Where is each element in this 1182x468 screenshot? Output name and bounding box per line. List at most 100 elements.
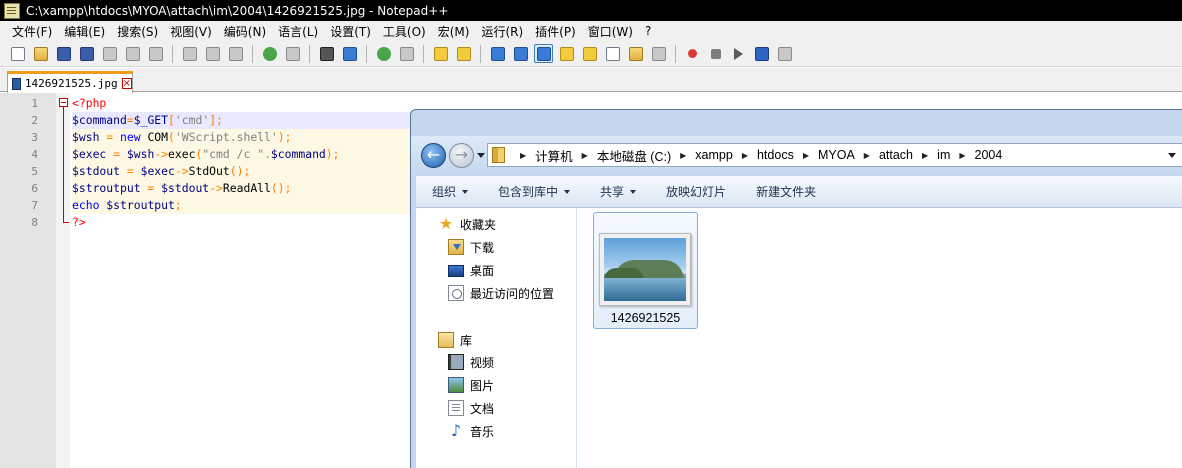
address-dropdown-icon[interactable] [1168,153,1176,158]
word-wrap-button[interactable] [488,44,507,63]
menu-encoding[interactable]: 编码(N) [218,23,272,40]
sync-vertical-button[interactable] [431,44,450,63]
nav-item-videos[interactable]: 视频 [448,351,494,373]
file-item[interactable]: 1426921525 [593,212,698,329]
menu-help[interactable]: ? [639,24,657,38]
replace-button[interactable] [340,44,359,63]
breadcrumb-attach[interactable]: attach [879,148,913,162]
toolbar-separator [423,44,424,63]
record-macro-button[interactable] [683,44,702,63]
token-operator: -> [174,164,189,178]
line-number-gutter: 1 2 3 4 5 6 7 8 [0,93,56,468]
back-button[interactable]: ← [421,143,446,168]
zoom-in-button[interactable] [374,44,393,63]
save-all-button[interactable] [77,44,96,63]
line-number: 3 [31,131,38,144]
menu-edit[interactable]: 编辑(E) [58,23,111,40]
tab-1426921525[interactable]: 1426921525.jpg × [7,71,133,93]
organize-button[interactable]: 组织 [432,183,469,200]
menu-search[interactable]: 搜索(S) [111,23,164,40]
doc-map-button[interactable] [580,44,599,63]
nav-item-music[interactable]: ♪ 音乐 [448,420,494,442]
undo-icon [262,46,277,61]
menu-language[interactable]: 语言(L) [272,23,324,40]
include-in-library-button[interactable]: 包含到库中 [498,183,571,200]
menu-view[interactable]: 视图(V) [164,23,218,40]
nav-item-downloads[interactable]: 下载 [448,236,494,258]
slideshow-button[interactable]: 放映幻灯片 [666,183,726,200]
breadcrumb-chevron-icon[interactable]: ▶ [520,151,526,160]
token-operator: ; [174,198,182,212]
folder-icon [492,147,505,163]
breadcrumb-myoa[interactable]: MYOA [818,148,855,162]
show-all-chars-button[interactable] [511,44,530,63]
menu-run[interactable]: 运行(R) [475,23,529,40]
token-operator: = [99,130,121,144]
redo-button[interactable] [283,44,302,63]
play-macro-button[interactable] [729,44,748,63]
menu-settings[interactable]: 设置(T) [324,23,377,40]
breadcrumb-2004[interactable]: 2004 [975,148,1003,162]
function-list-button[interactable] [603,44,622,63]
fold-collapse-icon[interactable] [59,98,68,107]
window-title: C:\xampp\htdocs\MYOA\attach\im\2004\1426… [26,3,449,18]
fold-line [63,107,64,223]
breadcrumb-chevron-icon[interactable]: ▶ [922,151,928,160]
udl-button[interactable] [557,44,576,63]
menu-tools[interactable]: 工具(O) [377,23,432,40]
binoculars-icon [319,46,334,61]
menu-window[interactable]: 窗口(W) [582,23,639,40]
save-button[interactable] [54,44,73,63]
breadcrumb-chevron-icon[interactable]: ▶ [959,151,965,160]
favorites-header[interactable]: ★ 收藏夹 [438,213,496,235]
share-button[interactable]: 共享 [600,183,637,200]
zoom-out-button[interactable] [397,44,416,63]
close-all-button[interactable] [123,44,142,63]
cut-button[interactable] [180,44,199,63]
close-button[interactable] [100,44,119,63]
forward-button[interactable]: → [449,143,474,168]
nav-item-pictures[interactable]: 图片 [448,374,494,396]
breadcrumb-local-disk[interactable]: 本地磁盘 (C:) [597,146,671,165]
libraries-header[interactable]: 库 [438,329,472,351]
breadcrumb-computer[interactable]: 计算机 [535,146,573,165]
nav-item-documents[interactable]: 文档 [448,397,494,419]
address-bar[interactable]: ▶ 计算机 ▶ 本地磁盘 (C:) ▶ xampp ▶ htdocs ▶ MYO… [487,143,1182,167]
tab-close-icon[interactable]: × [121,78,132,89]
breadcrumb-chevron-icon[interactable]: ▶ [864,151,870,160]
find-button[interactable] [317,44,336,63]
menu-file[interactable]: 文件(F) [6,23,58,40]
run-macro-multiple-button[interactable] [752,44,771,63]
undo-button[interactable] [260,44,279,63]
stop-icon [710,48,721,59]
breadcrumb-chevron-icon[interactable]: ▶ [742,151,748,160]
nav-item-recent-places[interactable]: 最近访问的位置 [448,282,554,304]
php-open-tag: <?php [72,96,107,110]
breadcrumb-htdocs[interactable]: htdocs [757,148,794,162]
breadcrumb-xampp[interactable]: xampp [695,148,733,162]
stop-macro-button[interactable] [706,44,725,63]
new-folder-button[interactable]: 新建文件夹 [756,183,816,200]
copy-icon [205,46,220,61]
file-list-pane[interactable]: 1426921525 [577,208,1182,468]
paste-button[interactable] [226,44,245,63]
menu-macro[interactable]: 宏(M) [432,23,476,40]
save-macro-button[interactable] [775,44,794,63]
folder-workspace-button[interactable] [626,44,645,63]
indent-guide-button[interactable] [534,44,553,63]
open-file-button[interactable] [31,44,50,63]
breadcrumb-im[interactable]: im [937,148,950,162]
nav-item-desktop[interactable]: 桌面 [448,259,494,281]
print-button[interactable] [146,44,165,63]
menu-plugins[interactable]: 插件(P) [529,23,582,40]
open-folder-icon [33,46,48,61]
sync-horizontal-button[interactable] [454,44,473,63]
breadcrumb-chevron-icon[interactable]: ▶ [680,151,686,160]
breadcrumb-chevron-icon[interactable]: ▶ [582,151,588,160]
copy-button[interactable] [203,44,222,63]
monitor-button[interactable] [649,44,668,63]
new-file-button[interactable] [8,44,27,63]
recent-pages-dropdown-icon[interactable] [477,153,485,158]
token-operator: . [264,147,271,161]
breadcrumb-chevron-icon[interactable]: ▶ [803,151,809,160]
